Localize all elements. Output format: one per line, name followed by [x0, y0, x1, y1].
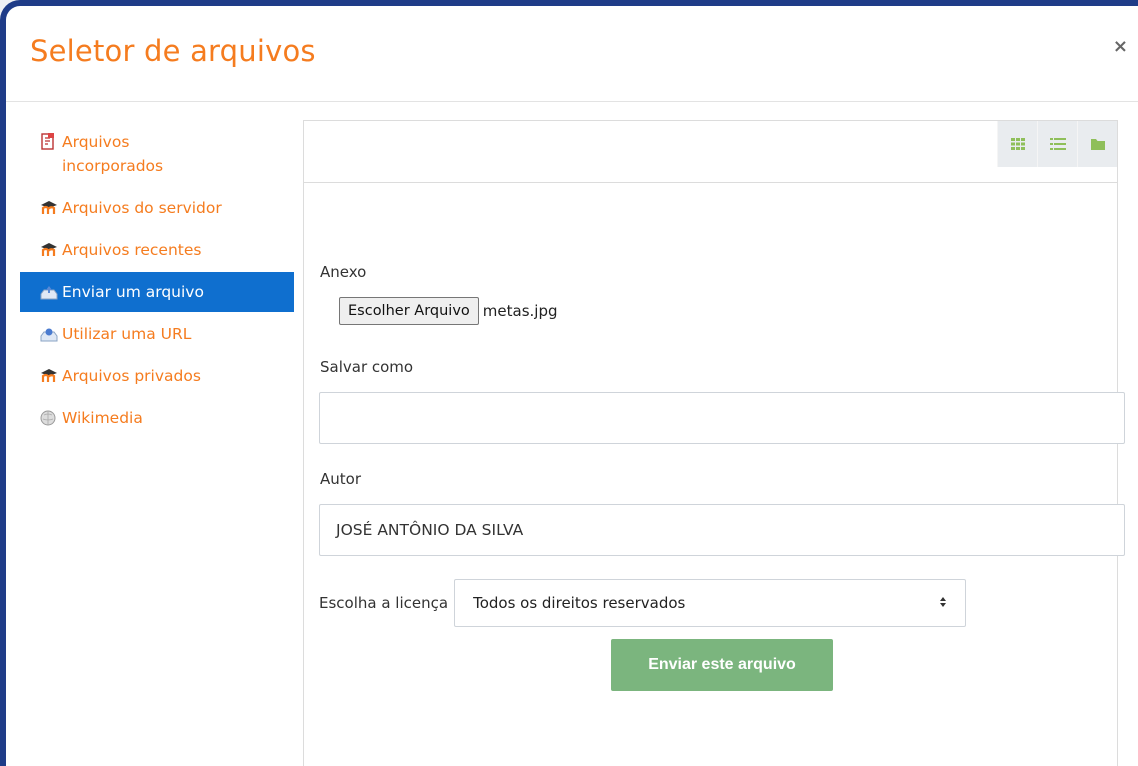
file-picker-dialog: Seletor de arquivos × Arquivos incorpora… [0, 0, 1138, 766]
save-as-input[interactable] [319, 392, 1125, 444]
sidebar-item-label: Arquivos incorporados [62, 133, 164, 175]
author-label: Autor [320, 470, 361, 488]
list-view-button[interactable] [1037, 121, 1077, 167]
sidebar-item-label: Wikimedia [62, 409, 143, 427]
list-view-icon [1049, 135, 1066, 154]
view-toolbar [304, 121, 1117, 183]
folder-view-button[interactable] [1077, 121, 1117, 167]
sidebar-item-embedded-files[interactable]: Arquivos incorporados [20, 120, 294, 186]
sidebar-item-label: Arquivos privados [62, 367, 201, 385]
selected-file-name: metas.jpg [482, 302, 558, 320]
author-input[interactable]: JOSÉ ANTÔNIO DA SILVA [319, 504, 1125, 556]
sidebar-item-url[interactable]: Utilizar uma URL [20, 314, 294, 354]
sidebar-item-private-files[interactable]: Arquivos privados [20, 356, 294, 396]
close-button[interactable]: × [1113, 36, 1128, 57]
dialog-header: Seletor de arquivos × [6, 6, 1138, 102]
moodle-icon [40, 199, 58, 217]
select-arrows-icon [939, 594, 947, 612]
grid-view-button[interactable] [997, 121, 1037, 167]
sidebar-item-server-files[interactable]: Arquivos do servidor [20, 188, 294, 228]
save-as-label: Salvar como [320, 358, 414, 376]
attachment-label: Anexo [320, 263, 367, 281]
url-icon [40, 325, 58, 343]
license-label: Escolha a licença [319, 594, 449, 612]
embedded-files-icon [40, 133, 58, 151]
choose-file-button[interactable]: Escolher Arquivo [339, 297, 479, 325]
sidebar-item-upload-file[interactable]: Enviar um arquivo [20, 272, 294, 312]
wikimedia-icon [40, 409, 58, 427]
license-select[interactable]: Todos os direitos reservados [454, 579, 967, 627]
sidebar-item-label: Arquivos do servidor [62, 199, 222, 217]
upload-icon [40, 283, 58, 301]
sidebar-item-label: Arquivos recentes [62, 241, 202, 259]
sidebar-item-label: Enviar um arquivo [62, 283, 204, 301]
license-row: Escolha a licença Todos os direitos rese… [319, 579, 967, 627]
close-icon: × [1112, 36, 1128, 57]
sidebar-item-wikimedia[interactable]: Wikimedia [20, 398, 294, 438]
sidebar-item-recent-files[interactable]: Arquivos recentes [20, 230, 294, 270]
repository-sidebar: Arquivos incorporados Arquivos do servid… [20, 120, 294, 440]
dialog-title: Seletor de arquivos [30, 34, 316, 68]
moodle-icon [40, 367, 58, 385]
grid-view-icon [1010, 135, 1025, 154]
moodle-icon [40, 241, 58, 259]
view-switcher [997, 121, 1117, 167]
file-chooser: Escolher Arquivo metas.jpg [339, 297, 558, 325]
folder-view-icon [1090, 135, 1105, 154]
upload-file-button[interactable]: Enviar este arquivo [611, 639, 833, 691]
sidebar-item-label: Utilizar uma URL [62, 325, 192, 343]
upload-panel: Anexo Escolher Arquivo metas.jpg Salvar … [303, 120, 1125, 766]
license-selected-value: Todos os direitos reservados [473, 594, 686, 612]
